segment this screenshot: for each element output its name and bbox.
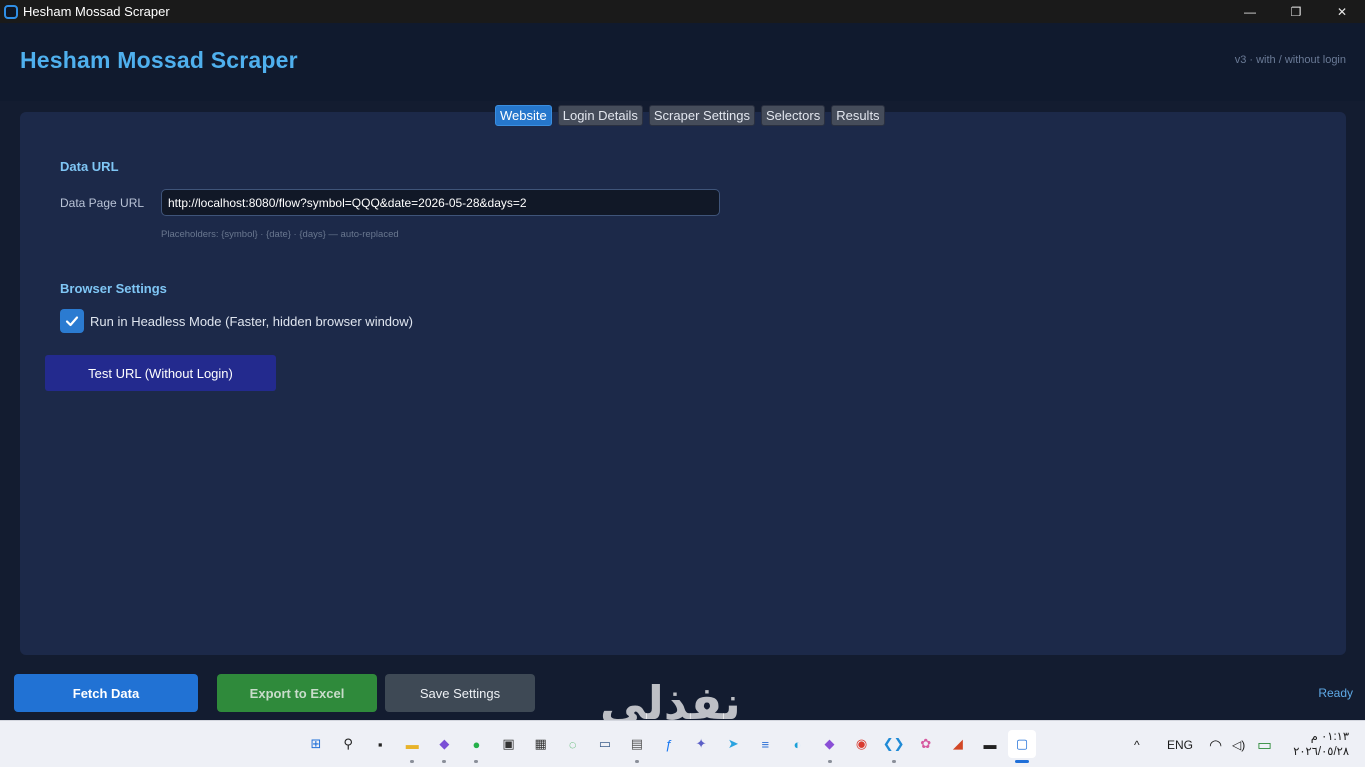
search-icon[interactable]: ⚲ — [334, 730, 362, 758]
bottom-action-bar: Fetch Data Export to Excel Save Settings… — [0, 662, 1365, 720]
taskbar-pinned-apps: ⊞ ⚲ ▪ ▬ ◆ ● ▣ ▦ ◌ ▭ ▤ ƒ ✦ ➤ ≡ ◐ ◆ ◉ ❮❯ ✿ ◢ ▬ ▢ — [302, 730, 1040, 763]
task-view-icon-glyph: ▪ — [377, 736, 383, 752]
whatsapp-icon-glyph: ● — [472, 736, 481, 752]
language-indicator[interactable]: ENG — [1167, 721, 1193, 767]
running-indicator — [827, 760, 832, 763]
clock-time: ٠١:١٣ م — [1310, 731, 1349, 743]
running-indicator — [1015, 760, 1030, 763]
chrome-icon[interactable]: ◉ — [848, 730, 876, 758]
placeholder-hint: Placeholders: {symbol} · {date} · {days}… — [161, 229, 399, 240]
volume-icon[interactable]: ◁) — [1232, 721, 1245, 767]
file-explorer-icon[interactable]: ▬ — [398, 730, 426, 763]
app-icon — [4, 4, 18, 19]
running-indicator — [410, 760, 415, 763]
calculator-icon[interactable]: ▤ — [623, 730, 651, 763]
terminal-icon[interactable]: ▣ — [495, 730, 523, 758]
start-icon-glyph: ⊞ — [310, 736, 322, 751]
scraper-app-icon-glyph: ▢ — [1015, 736, 1029, 751]
teams-icon[interactable]: ✦ — [687, 730, 715, 758]
running-indicator — [634, 760, 639, 763]
telegram-icon[interactable]: ➤ — [719, 730, 747, 758]
facebook-icon[interactable]: ƒ — [655, 730, 683, 758]
notes-icon-glyph: ≡ — [761, 736, 770, 752]
vscode-icon[interactable]: ❮❯ — [880, 730, 908, 763]
edge-icon[interactable]: ◐ — [783, 730, 811, 758]
copilot-icon-glyph: ✿ — [920, 736, 932, 751]
copilot-icon[interactable]: ✿ — [912, 730, 940, 758]
task-view-icon[interactable]: ▪ — [366, 730, 394, 758]
running-indicator — [891, 760, 896, 763]
tab-results[interactable]: Results — [831, 105, 885, 126]
cmd-icon[interactable]: ▬ — [976, 730, 1004, 758]
window-title: Hesham Mossad Scraper — [23, 4, 170, 19]
search-icon-glyph: ⚲ — [343, 736, 353, 751]
visual-studio-2-icon-glyph: ◆ — [824, 736, 835, 751]
status-label: Ready — [1318, 686, 1353, 700]
tab-login-details[interactable]: Login Details — [557, 105, 643, 126]
telegram-icon-glyph: ➤ — [727, 736, 739, 751]
file-explorer-icon-glyph: ▬ — [405, 736, 419, 752]
visual-studio-2-icon[interactable]: ◆ — [816, 730, 844, 763]
vscode-icon-glyph: ❮❯ — [882, 736, 905, 751]
version-label: v3 · with / without login — [1234, 54, 1346, 66]
tab-selectors[interactable]: Selectors — [761, 105, 826, 126]
tab-website[interactable]: Website — [495, 105, 552, 126]
app-grid-icon[interactable]: ▦ — [527, 730, 555, 758]
battery-icon[interactable]: ▭ — [1257, 721, 1272, 767]
terminal-icon-glyph: ▣ — [502, 736, 515, 751]
whatsapp-icon[interactable]: ● — [462, 730, 490, 763]
save-settings-button[interactable]: Save Settings — [385, 674, 535, 712]
app-grid-icon-glyph: ▦ — [534, 736, 547, 751]
data-page-url-input[interactable] — [161, 189, 720, 216]
export-excel-button[interactable]: Export to Excel — [217, 674, 377, 712]
loader-icon-glyph: ◌ — [568, 736, 577, 752]
data-url-section-title: Data URL — [60, 159, 119, 174]
running-indicator — [474, 760, 479, 763]
tab-scraper-settings[interactable]: Scraper Settings — [648, 105, 755, 126]
tray-overflow-icon[interactable]: ^ — [1134, 721, 1140, 767]
browser-settings-section-title: Browser Settings — [60, 281, 167, 296]
test-url-button[interactable]: Test URL (Without Login) — [45, 355, 276, 391]
monitor-icon[interactable]: ▭ — [591, 730, 619, 758]
powerpoint-icon[interactable]: ◢ — [944, 730, 972, 758]
headless-label: Run in Headless Mode (Faster, hidden bro… — [90, 314, 413, 329]
monitor-icon-glyph: ▭ — [598, 736, 611, 751]
data-page-url-label: Data Page URL — [60, 196, 145, 210]
visual-studio-icon[interactable]: ◆ — [430, 730, 458, 763]
powerpoint-icon-glyph: ◢ — [952, 736, 963, 751]
cmd-icon-glyph: ▬ — [983, 736, 997, 752]
tab-bar: Website Login Details Scraper Settings S… — [495, 105, 885, 126]
notes-icon[interactable]: ≡ — [751, 730, 779, 758]
running-indicator — [442, 760, 447, 763]
system-clock[interactable]: ٠١:١٣ م ٢٠٢٦/٠٥/٢٨ — [1293, 730, 1349, 760]
os-taskbar: ⊞ ⚲ ▪ ▬ ◆ ● ▣ ▦ ◌ ▭ ▤ ƒ ✦ ➤ ≡ ◐ ◆ ◉ ❮❯ ✿ ◢ ▬ ▢ ^ ENG ◠ ◁) ▭ ٠١… — [0, 720, 1365, 767]
chrome-icon-glyph: ◉ — [855, 736, 868, 751]
calculator-icon-glyph: ▤ — [630, 736, 644, 751]
facebook-icon-glyph: ƒ — [665, 736, 673, 752]
edge-icon-glyph: ◐ — [793, 736, 802, 752]
scraper-app-icon[interactable]: ▢ — [1008, 730, 1037, 763]
start-icon[interactable]: ⊞ — [302, 730, 330, 758]
loader-icon[interactable]: ◌ — [559, 730, 587, 758]
page-title: Hesham Mossad Scraper — [20, 47, 298, 73]
visual-studio-icon-glyph: ◆ — [439, 736, 450, 751]
wifi-icon[interactable]: ◠ — [1209, 721, 1222, 767]
fetch-data-button[interactable]: Fetch Data — [14, 674, 198, 712]
maximize-button[interactable]: ❐ — [1273, 0, 1319, 23]
checkmark-icon — [65, 316, 79, 327]
window-controls: — ❐ ✕ — [1227, 0, 1365, 23]
clock-date: ٢٠٢٦/٠٥/٢٨ — [1293, 746, 1349, 758]
minimize-button[interactable]: — — [1227, 0, 1273, 23]
close-button[interactable]: ✕ — [1319, 0, 1365, 23]
headless-checkbox[interactable] — [60, 309, 84, 333]
app-header: Hesham Mossad Scraper v3 · with / withou… — [0, 23, 1365, 101]
window-titlebar: Hesham Mossad Scraper — ❐ ✕ — [0, 0, 1365, 23]
teams-icon-glyph: ✦ — [695, 736, 707, 751]
